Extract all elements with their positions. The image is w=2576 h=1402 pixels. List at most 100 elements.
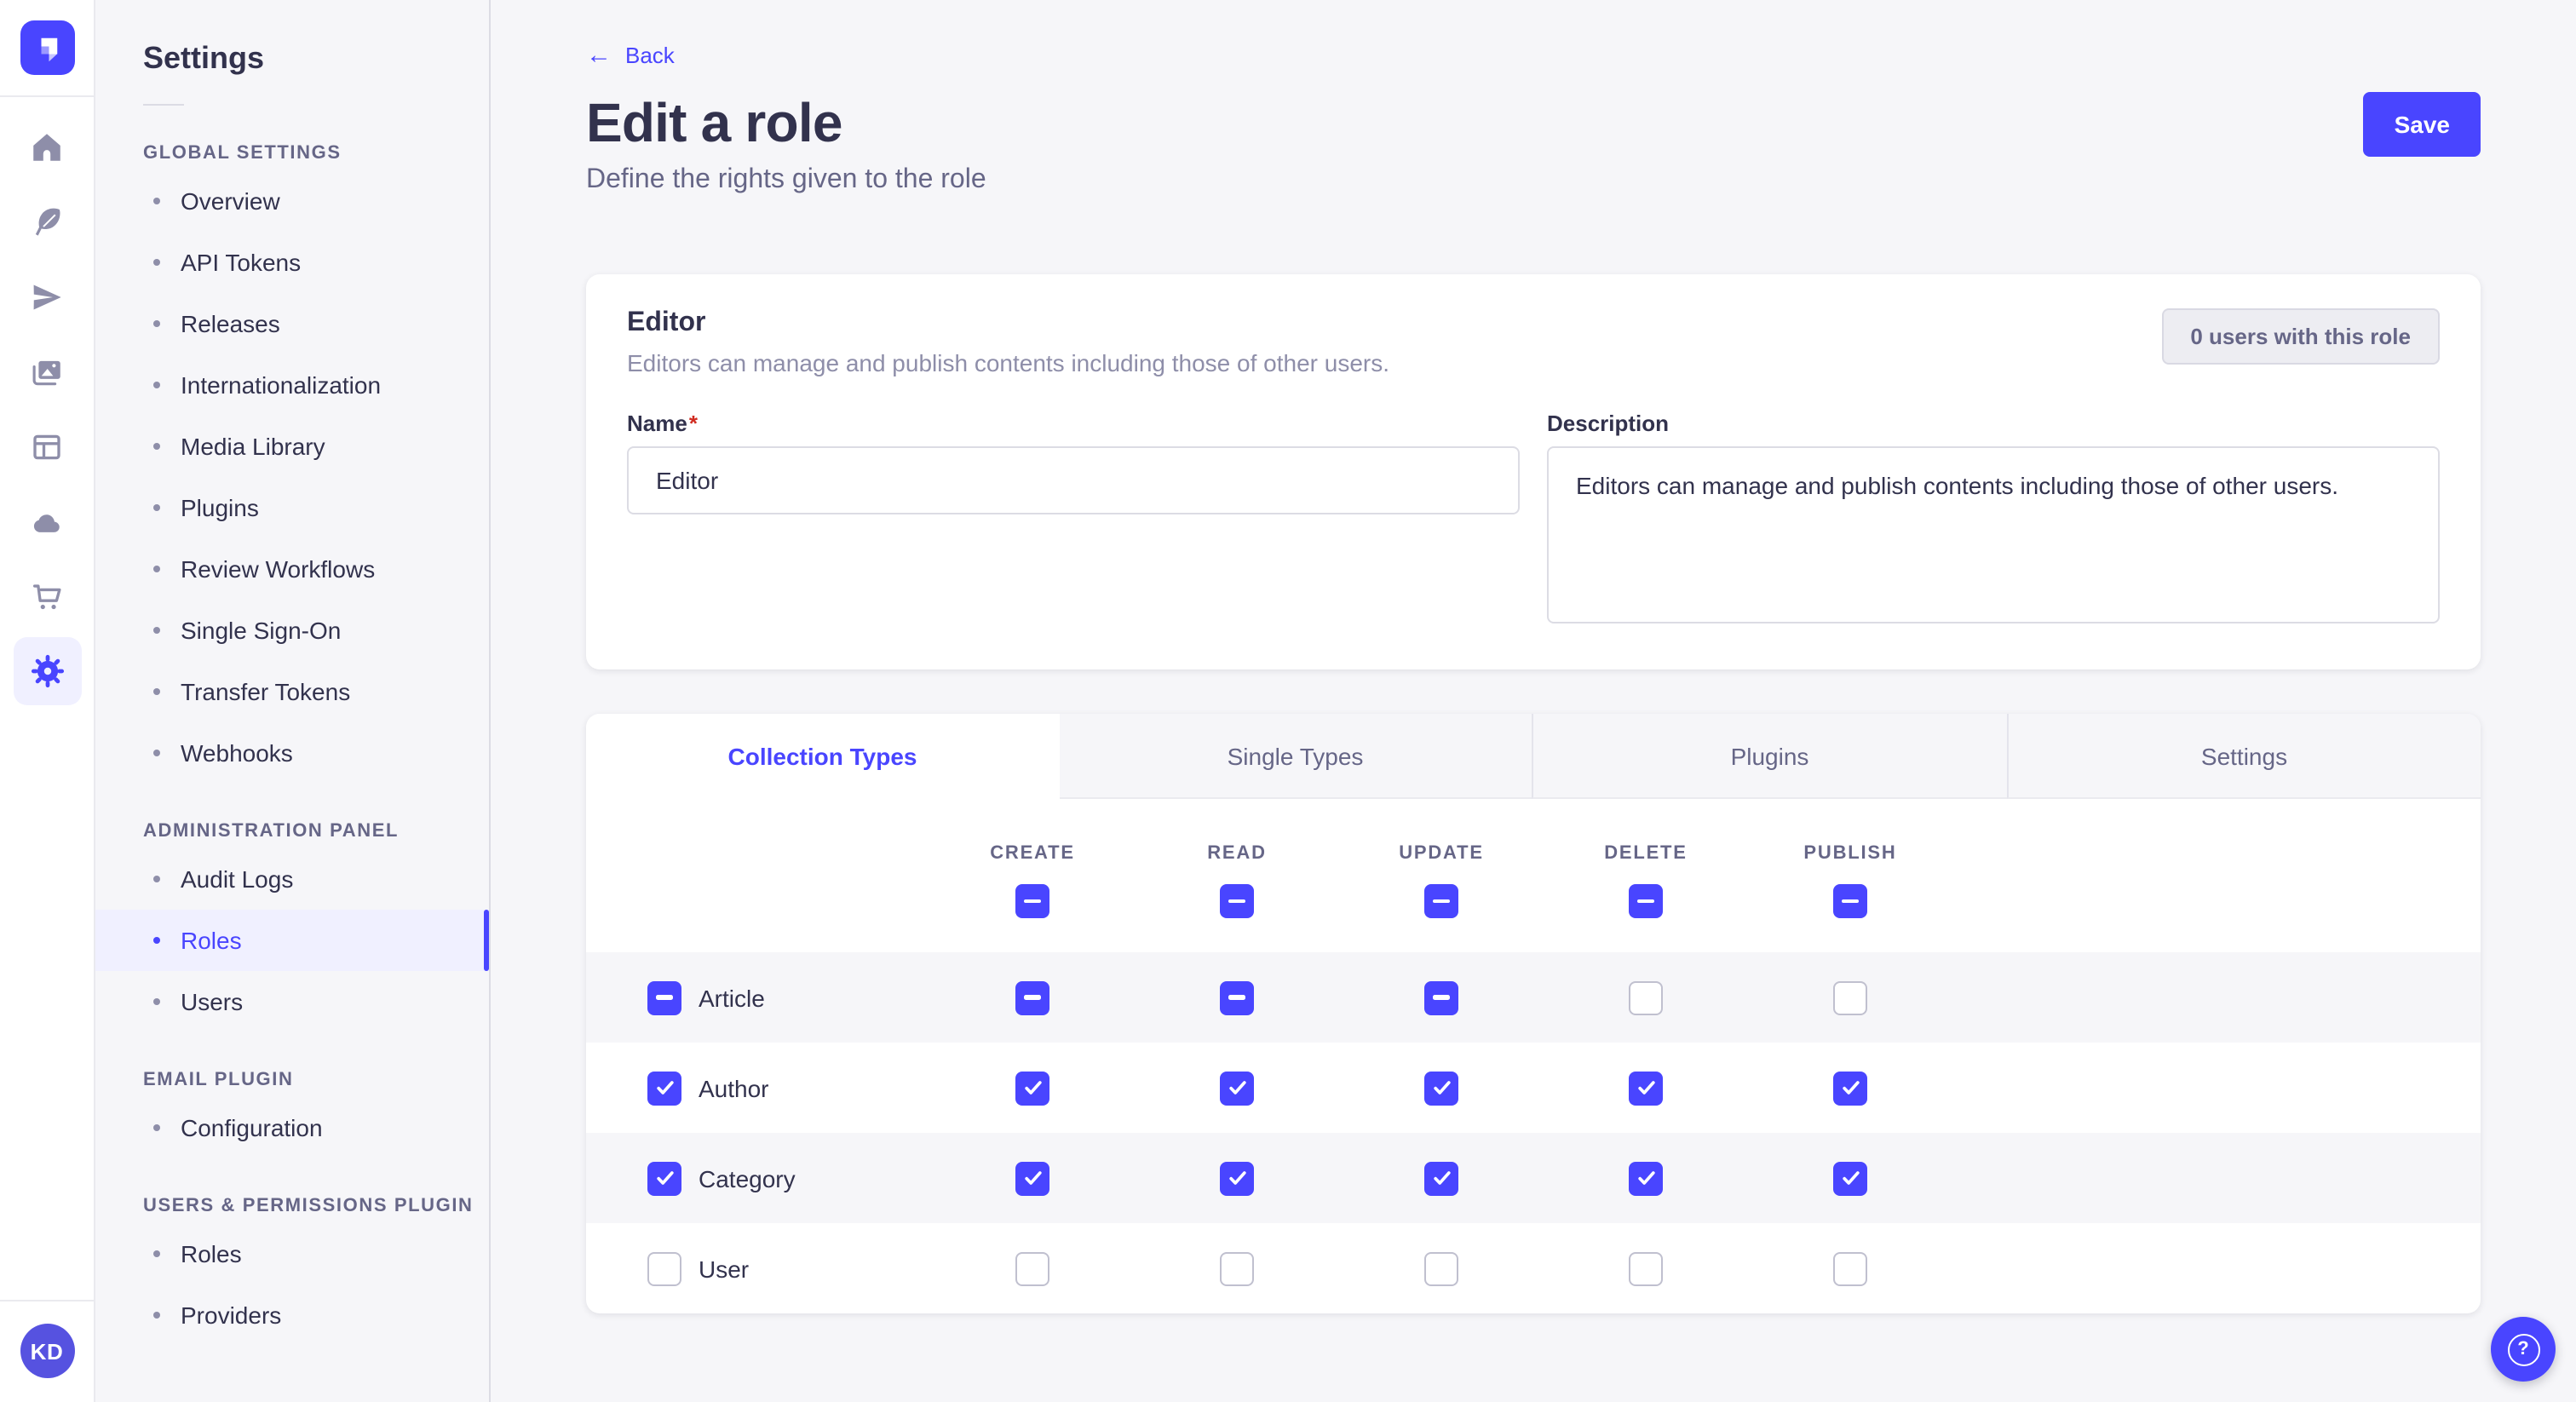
menu-section-header-users-permissions-plugin: USERS & PERMISSIONS PLUGIN bbox=[95, 1196, 489, 1216]
sidebar-item-roles[interactable]: Roles bbox=[95, 1223, 489, 1284]
rail-item-cloud-icon[interactable] bbox=[13, 487, 81, 555]
rail-item-media-library-icon[interactable] bbox=[13, 337, 81, 405]
sidebar-item-api-tokens[interactable]: API Tokens bbox=[95, 232, 489, 293]
sidebar-item-roles[interactable]: Roles bbox=[95, 910, 489, 971]
user-publish-checkbox[interactable] bbox=[1833, 1251, 1867, 1285]
column-header-create: CREATE bbox=[930, 799, 1135, 952]
sidebar-item-plugins[interactable]: Plugins bbox=[95, 477, 489, 538]
user-update-checkbox[interactable] bbox=[1424, 1251, 1458, 1285]
column-header-delete: DELETE bbox=[1544, 799, 1748, 952]
back-link[interactable]: ← Back bbox=[586, 42, 675, 69]
user-row-checkbox[interactable] bbox=[647, 1251, 681, 1285]
required-asterisk: * bbox=[689, 411, 698, 436]
sidebar-title: Settings bbox=[95, 41, 489, 77]
sidebar-item-webhooks[interactable]: Webhooks bbox=[95, 722, 489, 784]
cell bbox=[1544, 1251, 1748, 1285]
row-label: Category bbox=[699, 1164, 796, 1192]
tab-plugins[interactable]: Plugins bbox=[1532, 714, 2006, 799]
article-update-checkbox[interactable] bbox=[1424, 980, 1458, 1014]
cell bbox=[1544, 1161, 1748, 1195]
sidebar-item-label: Plugins bbox=[181, 494, 259, 521]
category-update-checkbox[interactable] bbox=[1424, 1161, 1458, 1195]
user-delete-checkbox[interactable] bbox=[1629, 1251, 1663, 1285]
category-create-checkbox[interactable] bbox=[1015, 1161, 1049, 1195]
sidebar-item-single-sign-on[interactable]: Single Sign-On bbox=[95, 600, 489, 661]
sidebar-item-configuration[interactable]: Configuration bbox=[95, 1097, 489, 1158]
category-delete-checkbox[interactable] bbox=[1629, 1161, 1663, 1195]
sidebar-item-internationalization[interactable]: Internationalization bbox=[95, 354, 489, 416]
cell bbox=[1339, 980, 1544, 1014]
author-update-checkbox[interactable] bbox=[1424, 1071, 1458, 1105]
article-publish-checkbox[interactable] bbox=[1833, 980, 1867, 1014]
tab-collection-types[interactable]: Collection Types bbox=[586, 714, 1059, 799]
sidebar-item-media-library[interactable]: Media Library bbox=[95, 416, 489, 477]
tab-single-types[interactable]: Single Types bbox=[1059, 714, 1532, 799]
role-card-heading-block: Editor Editors can manage and publish co… bbox=[627, 308, 1389, 376]
select-all-publish-checkbox[interactable] bbox=[1833, 884, 1867, 918]
article-delete-checkbox[interactable] bbox=[1629, 980, 1663, 1014]
user-read-checkbox[interactable] bbox=[1220, 1251, 1254, 1285]
icon-rail: KD bbox=[0, 0, 95, 1402]
cell bbox=[1135, 980, 1339, 1014]
menu-list-users-permissions-plugin: Roles Providers bbox=[95, 1223, 489, 1346]
column-label: DELETE bbox=[1604, 843, 1688, 864]
author-read-checkbox[interactable] bbox=[1220, 1071, 1254, 1105]
category-read-checkbox[interactable] bbox=[1220, 1161, 1254, 1195]
user-avatar[interactable]: KD bbox=[20, 1324, 74, 1378]
role-fields: Name* Description Editors can manage and… bbox=[627, 411, 2440, 632]
author-delete-checkbox[interactable] bbox=[1629, 1071, 1663, 1105]
sidebar-item-providers[interactable]: Providers bbox=[95, 1284, 489, 1346]
sidebar-item-audit-logs[interactable]: Audit Logs bbox=[95, 848, 489, 910]
tab-settings[interactable]: Settings bbox=[2006, 714, 2481, 799]
author-publish-checkbox[interactable] bbox=[1833, 1071, 1867, 1105]
sidebar-item-review-workflows[interactable]: Review Workflows bbox=[95, 538, 489, 600]
indeterminate-dash-icon bbox=[1637, 899, 1654, 904]
sidebar-item-label: Roles bbox=[181, 1240, 242, 1267]
name-input[interactable] bbox=[627, 446, 1520, 514]
check-icon bbox=[1430, 1167, 1452, 1189]
rail-item-home-icon[interactable] bbox=[13, 112, 81, 181]
feather-icon bbox=[29, 204, 65, 239]
select-all-read-checkbox[interactable] bbox=[1220, 884, 1254, 918]
description-textarea[interactable]: Editors can manage and publish contents … bbox=[1547, 446, 2440, 623]
check-icon bbox=[1635, 1077, 1657, 1099]
category-row-checkbox[interactable] bbox=[647, 1161, 681, 1195]
media-library-icon bbox=[29, 353, 65, 389]
bullet-icon bbox=[153, 259, 160, 266]
user-create-checkbox[interactable] bbox=[1015, 1251, 1049, 1285]
sidebar-item-label: Overview bbox=[181, 187, 280, 215]
page-header-text: Edit a role Define the rights given to t… bbox=[586, 92, 986, 198]
check-icon bbox=[1635, 1167, 1657, 1189]
select-all-create-checkbox[interactable] bbox=[1015, 884, 1049, 918]
cell bbox=[1748, 1161, 1952, 1195]
back-arrow-icon: ← bbox=[586, 43, 612, 68]
author-create-checkbox[interactable] bbox=[1015, 1071, 1049, 1105]
rail-item-paper-plane-icon[interactable] bbox=[13, 262, 81, 330]
sidebar-item-transfer-tokens[interactable]: Transfer Tokens bbox=[95, 661, 489, 722]
article-read-checkbox[interactable] bbox=[1220, 980, 1254, 1014]
check-icon bbox=[1839, 1167, 1861, 1189]
back-label: Back bbox=[625, 42, 675, 69]
strapi-logo-icon[interactable] bbox=[20, 20, 74, 75]
column-label: CREATE bbox=[990, 843, 1075, 864]
paper-plane-icon bbox=[29, 279, 65, 314]
rail-item-cart-icon[interactable] bbox=[13, 562, 81, 630]
article-row-checkbox[interactable] bbox=[647, 980, 681, 1014]
column-label: READ bbox=[1207, 843, 1267, 864]
author-row-checkbox[interactable] bbox=[647, 1071, 681, 1105]
rail-item-feather-icon[interactable] bbox=[13, 187, 81, 256]
article-create-checkbox[interactable] bbox=[1015, 980, 1049, 1014]
select-all-delete-checkbox[interactable] bbox=[1629, 884, 1663, 918]
select-all-update-checkbox[interactable] bbox=[1424, 884, 1458, 918]
sidebar-item-users[interactable]: Users bbox=[95, 971, 489, 1032]
main-content: ← Back Edit a role Define the rights giv… bbox=[491, 0, 2576, 1402]
bullet-icon bbox=[153, 1312, 160, 1319]
help-button[interactable]: ? bbox=[2491, 1317, 2556, 1382]
rail-item-settings-gear-icon[interactable] bbox=[13, 637, 81, 705]
rail-item-layout-icon[interactable] bbox=[13, 412, 81, 480]
save-button[interactable]: Save bbox=[2364, 92, 2481, 157]
sidebar-item-label: Review Workflows bbox=[181, 555, 375, 583]
sidebar-item-overview[interactable]: Overview bbox=[95, 170, 489, 232]
category-publish-checkbox[interactable] bbox=[1833, 1161, 1867, 1195]
sidebar-item-releases[interactable]: Releases bbox=[95, 293, 489, 354]
